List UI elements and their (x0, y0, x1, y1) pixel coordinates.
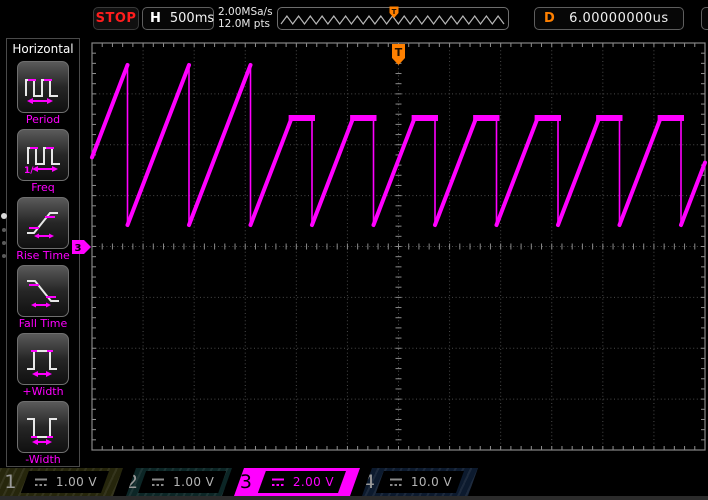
channel-info-box: 2.00 V (258, 471, 346, 493)
channel-bar: 1 1.00 V 2 1.00 V 3 2.00 V 4 10.0 V (0, 468, 708, 496)
timebase-box: H 500ms (142, 7, 214, 30)
sidebar-item-freq[interactable]: 1/ Freq (7, 129, 79, 194)
menu-page-indicator (1, 204, 7, 267)
svg-text:T: T (392, 8, 397, 16)
delay-box: D 6.00000000us (534, 7, 684, 30)
channel-number: 1 (4, 471, 17, 493)
dc-coupling-icon (150, 477, 166, 488)
channel-block-1[interactable]: 1 1.00 V (0, 468, 123, 496)
sample-rate: 2.00MSa/s (218, 6, 273, 18)
run-state-label: STOP (95, 11, 137, 26)
freq-button[interactable]: 1/ (17, 129, 69, 181)
dc-coupling-icon (388, 477, 404, 488)
sidebar-item-label: Rise Time (16, 249, 70, 262)
channel-scale: 1.00 V (173, 475, 215, 489)
channel-number: 2 (126, 471, 139, 493)
sidebar-item-label: Fall Time (18, 317, 68, 330)
freq-icon: 1/ (24, 147, 60, 175)
run-state-badge: STOP (93, 7, 139, 30)
scope-display: T3 (72, 42, 707, 451)
acquisition-info: 2.00MSa/s 12.0M pts (218, 6, 273, 30)
channel-block-2[interactable]: 2 1.00 V (126, 468, 232, 496)
bottom-strip (0, 496, 708, 500)
period-button[interactable] (17, 61, 69, 113)
channel-number: 4 (362, 471, 375, 493)
plus-width-icon (27, 350, 57, 377)
sidebar-item-period[interactable]: Period (7, 61, 79, 126)
trigger-marker[interactable]: T (392, 44, 405, 65)
channel3-trace (90, 63, 707, 227)
minus-width-button[interactable] (17, 401, 69, 453)
channel-block-3[interactable]: 3 2.00 V (234, 468, 360, 496)
timebase-value: 500ms (169, 11, 215, 26)
sidebar-item-rise-time[interactable]: Rise Time (7, 197, 79, 262)
delay-value: 6.00000000us (569, 11, 669, 26)
sidebar-item-label: Freq (31, 181, 55, 194)
sidebar-item-label: -Width (25, 453, 61, 466)
channel-info-box: 10.0 V (376, 471, 464, 493)
fall-time-icon (27, 280, 59, 308)
plus-width-button[interactable] (17, 333, 69, 385)
page-dot (2, 241, 6, 245)
channel-scale: 1.00 V (55, 475, 97, 489)
delay-label: D (544, 11, 555, 26)
horizontal-measure-menu: Horizontal Period 1/ Freq Rise Time Fall… (6, 38, 80, 467)
sidebar-item-minus-width[interactable]: -Width (7, 401, 79, 466)
channel-scale: 2.00 V (292, 475, 334, 489)
rise-time-button[interactable] (17, 197, 69, 249)
period-icon (25, 79, 58, 104)
dc-coupling-icon (270, 477, 286, 488)
dc-coupling-icon (33, 477, 49, 488)
top-bar: STOP H 500ms 2.00MSa/s 12.0M pts T D 6.0… (0, 0, 708, 37)
waveform-preview[interactable]: T (277, 6, 509, 30)
trigger-position-icon[interactable]: T (389, 6, 399, 19)
sidebar-item-fall-time[interactable]: Fall Time (7, 265, 79, 330)
memory-depth: 12.0M pts (218, 18, 271, 30)
channel-info-box: 1.00 V (21, 471, 109, 493)
page-dot (2, 254, 6, 258)
sidebar-item-label: +Width (22, 385, 64, 398)
svg-text:1/: 1/ (24, 166, 34, 175)
page-dot (2, 228, 6, 232)
menu-title: Horizontal (12, 42, 74, 56)
minus-width-icon (27, 418, 57, 445)
graticule (91, 42, 706, 451)
fall-time-button[interactable] (17, 265, 69, 317)
trigger-settings-box-partial (701, 7, 708, 30)
channel-number: 3 (239, 471, 252, 493)
channel-block-4[interactable]: 4 10.0 V (362, 468, 478, 496)
sidebar-item-label: Period (25, 113, 61, 126)
timebase-label: H (150, 11, 161, 26)
channel-info-box: 1.00 V (138, 471, 226, 493)
page-dot (1, 213, 7, 219)
oscilloscope-screen: STOP H 500ms 2.00MSa/s 12.0M pts T D 6.0… (0, 0, 708, 500)
rise-time-icon (27, 212, 58, 239)
channel-scale: 10.0 V (410, 475, 452, 489)
svg-text:T: T (395, 46, 403, 59)
sidebar-item-plus-width[interactable]: +Width (7, 333, 79, 398)
